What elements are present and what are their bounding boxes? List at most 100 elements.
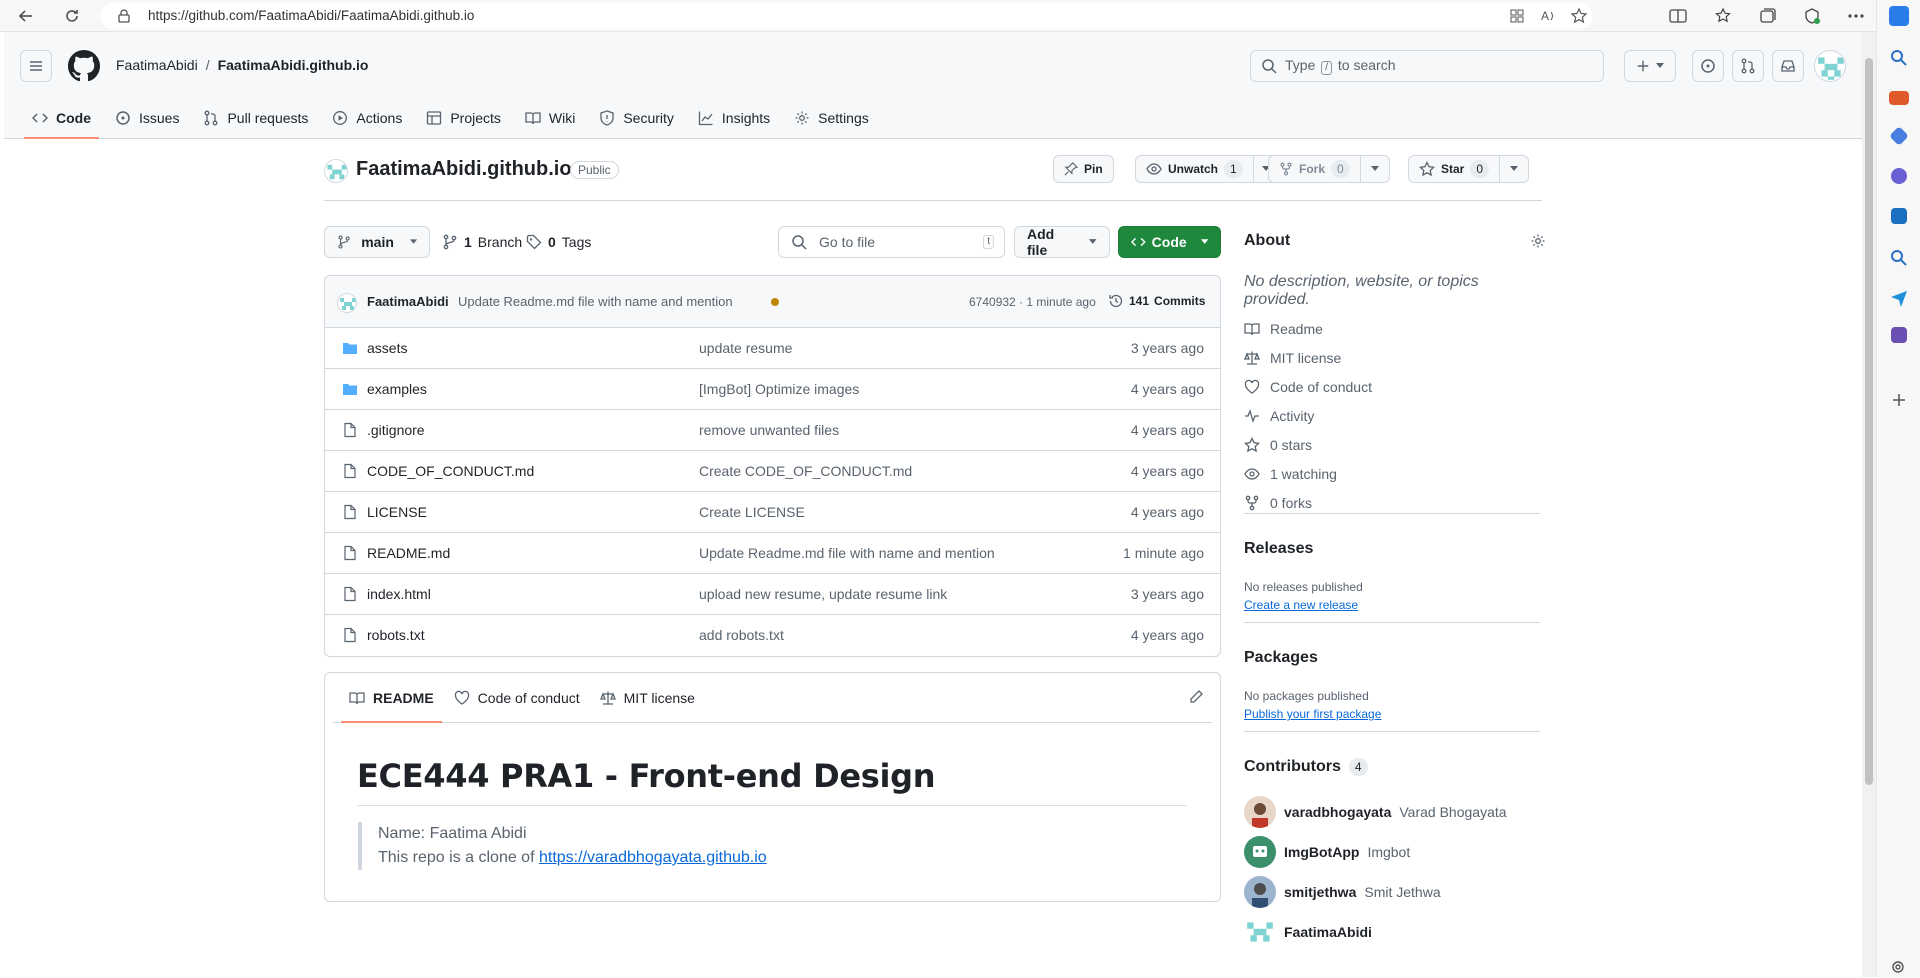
file-name[interactable]: LICENSE [367, 504, 427, 520]
back-icon[interactable] [16, 6, 36, 26]
file-commit-message[interactable]: update resume [699, 340, 792, 356]
tab-settings[interactable]: Settings [786, 102, 877, 134]
publish-package-link[interactable]: Publish your first package [1244, 707, 1381, 721]
about-item[interactable]: 1 watching [1244, 466, 1337, 482]
file-row[interactable]: LICENSE Create LICENSE 4 years ago [325, 492, 1220, 533]
contributor-avatar[interactable] [1244, 796, 1276, 828]
contributors-title[interactable]: Contributors [1244, 758, 1341, 776]
commit-status-dot[interactable] [771, 298, 779, 306]
about-item[interactable]: 0 forks [1244, 495, 1312, 511]
commit-author-avatar[interactable] [337, 293, 357, 313]
inbox-button[interactable] [1772, 50, 1804, 82]
tab-pull-requests[interactable]: Pull requests [195, 102, 316, 134]
games-icon[interactable] [1891, 327, 1907, 343]
file-name[interactable]: assets [367, 340, 407, 356]
refresh-icon[interactable] [62, 6, 82, 26]
file-row[interactable]: assets update resume 3 years ago [325, 328, 1220, 369]
edit-readme-button[interactable] [1188, 689, 1204, 705]
commits-history-link[interactable]: 141 Commits [1108, 293, 1205, 309]
file-name[interactable]: README.md [367, 545, 450, 561]
tab-security[interactable]: Security [591, 102, 682, 134]
contributor-item[interactable]: FaatimaAbidi [1244, 916, 1380, 948]
contributor-login[interactable]: varadbhogayata [1284, 804, 1391, 820]
tab-license[interactable]: MIT license [592, 673, 703, 722]
contributor-item[interactable]: smitjethwa Smit Jethwa [1244, 876, 1441, 908]
tools-icon[interactable] [1889, 91, 1909, 105]
about-item[interactable]: MIT license [1244, 350, 1341, 366]
contributor-login[interactable]: smitjethwa [1284, 884, 1356, 900]
contributor-avatar[interactable] [1244, 876, 1276, 908]
fork-dropdown[interactable] [1361, 156, 1389, 182]
pin-button[interactable]: Pin [1053, 155, 1114, 183]
tab-issues[interactable]: Issues [107, 102, 187, 134]
file-row[interactable]: robots.txt add robots.txt 4 years ago [325, 615, 1220, 656]
copilot-icon[interactable] [1889, 6, 1909, 26]
go-to-file-input[interactable]: Go to file t [778, 226, 1005, 258]
fork-button[interactable]: Fork 0 [1268, 155, 1390, 183]
github-logo-icon[interactable] [68, 50, 100, 82]
shopping-icon[interactable] [1889, 126, 1909, 146]
create-new-button[interactable] [1624, 50, 1676, 82]
tab-code-of-conduct[interactable]: Code of conduct [446, 673, 588, 722]
about-item[interactable]: Code of conduct [1244, 379, 1372, 395]
file-name[interactable]: index.html [367, 586, 431, 602]
split-screen-icon[interactable] [1668, 6, 1688, 26]
user-avatar[interactable] [1814, 50, 1846, 82]
commit-author[interactable]: FaatimaAbidi [367, 294, 449, 309]
menu-button[interactable] [20, 50, 52, 82]
packages-title[interactable]: Packages [1244, 649, 1318, 667]
contributor-login[interactable]: FaatimaAbidi [1284, 924, 1372, 940]
more-menu-icon[interactable] [1846, 6, 1866, 26]
file-name[interactable]: CODE_OF_CONDUCT.md [367, 463, 534, 479]
readme-clone-link[interactable]: https://varadbhogayata.github.io [539, 849, 767, 866]
contributor-item[interactable]: ImgBotApp Imgbot [1244, 836, 1410, 868]
star-dropdown[interactable] [1500, 156, 1528, 182]
file-row[interactable]: examples [ImgBot] Optimize images 4 years … [325, 369, 1220, 410]
file-name[interactable]: robots.txt [367, 627, 425, 643]
releases-title[interactable]: Releases [1244, 540, 1313, 558]
file-name[interactable]: .gitignore [367, 422, 425, 438]
file-commit-message[interactable]: [ImgBot] Optimize images [699, 381, 859, 397]
branch-select[interactable]: main [324, 226, 430, 258]
file-name[interactable]: examples [367, 381, 427, 397]
favorites-icon[interactable] [1714, 6, 1734, 26]
about-item[interactable]: Activity [1244, 408, 1314, 424]
edit-about-button[interactable] [1530, 233, 1546, 249]
issues-button[interactable] [1692, 50, 1724, 82]
owner-avatar[interactable] [324, 159, 348, 183]
branches-link[interactable]: 1 Branch [442, 226, 522, 258]
favorite-star-icon[interactable] [1570, 7, 1588, 25]
tab-code[interactable]: Code [24, 102, 99, 139]
unwatch-button[interactable]: Unwatch 1 [1135, 155, 1279, 183]
office-icon[interactable] [1891, 168, 1907, 184]
add-file-button[interactable]: Add file [1014, 226, 1110, 258]
commit-message[interactable]: Update Readme.md file with name and ment… [458, 294, 733, 309]
file-row[interactable]: .gitignore remove unwanted files 4 years a… [325, 410, 1220, 451]
contributor-login[interactable]: ImgBotApp [1284, 844, 1359, 860]
collections-icon[interactable] [1758, 6, 1778, 26]
send-icon[interactable] [1889, 288, 1909, 308]
page-scrollbar[interactable] [1862, 32, 1876, 977]
add-sidebar-icon[interactable] [1889, 390, 1909, 410]
contributor-avatar[interactable] [1244, 916, 1276, 948]
tab-actions[interactable]: Actions [324, 102, 410, 134]
breadcrumb-owner[interactable]: FaatimaAbidi [116, 57, 198, 73]
about-item[interactable]: Readme [1244, 321, 1323, 337]
tab-wiki[interactable]: Wiki [517, 102, 583, 134]
scrollbar-thumb[interactable] [1865, 58, 1873, 785]
browser-essentials-icon[interactable] [1802, 6, 1822, 26]
about-item[interactable]: 0 stars [1244, 437, 1312, 453]
file-row[interactable]: README.md Update Readme.md file with name… [325, 533, 1220, 574]
code-button[interactable]: Code [1118, 226, 1221, 258]
address-bar[interactable]: https://github.com/FaatimaAbidi/FaatimaA… [100, 3, 1593, 29]
tab-insights[interactable]: Insights [690, 102, 778, 134]
file-commit-message[interactable]: Update Readme.md file with name and ment… [699, 545, 995, 561]
tab-readme[interactable]: README [341, 673, 442, 723]
search-input[interactable]: Type / to search [1250, 50, 1604, 82]
outlook-icon[interactable] [1891, 208, 1907, 224]
search-sidebar-icon[interactable] [1889, 248, 1909, 268]
app-available-icon[interactable] [1508, 7, 1526, 25]
file-commit-message[interactable]: upload new resume, update resume link [699, 586, 947, 602]
read-aloud-icon[interactable]: A [1540, 7, 1558, 25]
tab-projects[interactable]: Projects [418, 102, 509, 134]
